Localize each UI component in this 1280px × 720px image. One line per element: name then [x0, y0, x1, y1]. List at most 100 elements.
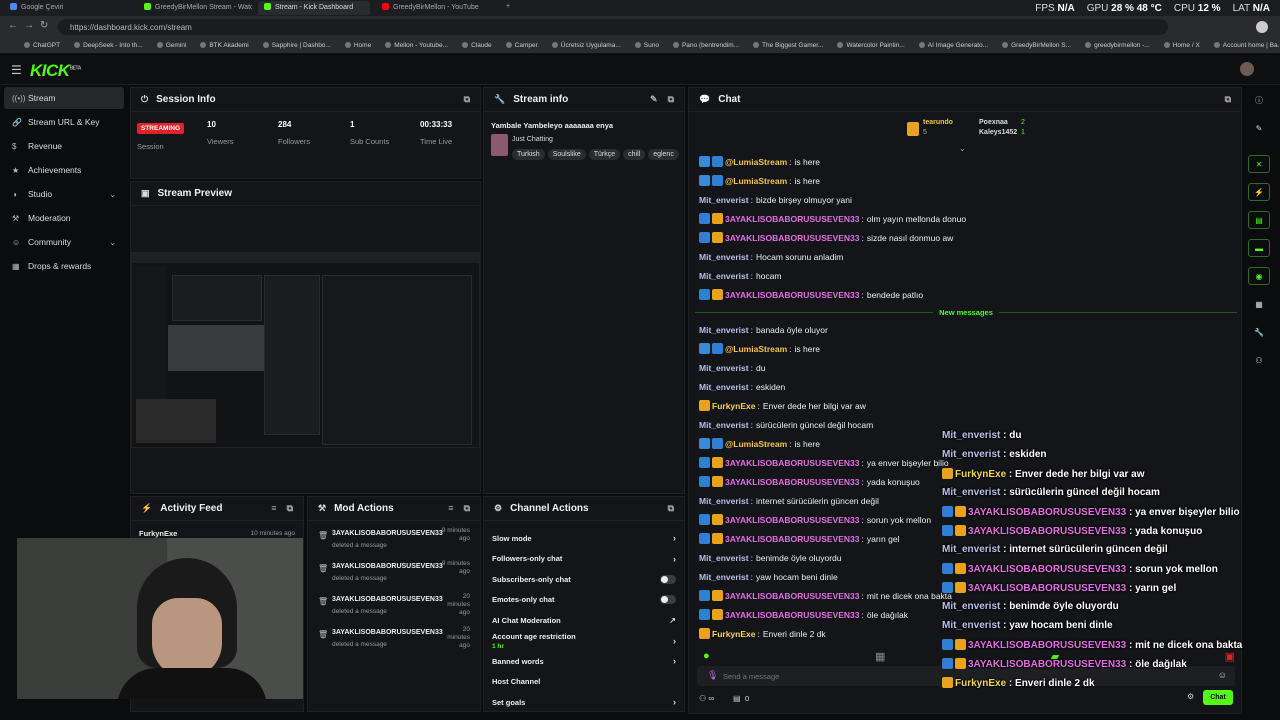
chat-message[interactable]: @LumiaStream: is here — [689, 152, 1241, 171]
browser-tab[interactable]: GreedyBirMellon Stream - Watch — [138, 1, 252, 15]
chat-message[interactable]: @LumiaStream: is here — [689, 171, 1241, 190]
bookmark-item[interactable]: greedybirmellon -... — [1085, 42, 1150, 49]
chat-message[interactable]: Mit_enverist: Hocam sorunu anladim — [689, 247, 1241, 266]
filter-icon[interactable]: ≡ — [271, 503, 276, 514]
chat-message[interactable]: FurkynExe: Enver dede her bilgi var aw — [689, 396, 1241, 415]
tag-chip[interactable]: chill — [623, 149, 646, 160]
emote-icon[interactable]: ● — [703, 650, 710, 664]
tag-chip[interactable]: Turkish — [512, 149, 545, 160]
bookmark-item[interactable]: Home — [345, 42, 371, 49]
preview-video[interactable] — [131, 252, 481, 448]
rail-tool-icon[interactable]: ✕ — [1248, 155, 1270, 173]
chevron-right-icon[interactable]: › — [673, 533, 676, 543]
bookmark-item[interactable]: Ücretsiz Uygulama... — [552, 42, 621, 49]
back-icon[interactable]: ← — [8, 20, 18, 31]
chat-username[interactable]: 3AYAKLISOBABORUSUSEVEN33 — [725, 477, 859, 487]
bookmark-item[interactable]: Suno — [635, 42, 659, 49]
chat-message[interactable]: 3AYAKLISOBABORUSUSEVEN33: olm yayın mello… — [689, 209, 1241, 228]
chat-username[interactable]: 3AYAKLISOBABORUSUSEVEN33 — [725, 591, 859, 601]
chat-username[interactable]: Mit_enverist — [699, 420, 749, 430]
popout-icon[interactable]: ⧉ — [668, 503, 674, 514]
chat-message[interactable]: Mit_enverist: bizde birşey olmuyor yani — [689, 190, 1241, 209]
info-icon[interactable]: ⓘ — [1248, 91, 1270, 109]
chat-username[interactable]: @LumiaStream — [725, 344, 787, 354]
layout-icon[interactable]: ▦ — [1248, 295, 1270, 313]
chat-username[interactable]: 3AYAKLISOBABORUSUSEVEN33 — [725, 458, 859, 468]
chat-username[interactable]: 3AYAKLISOBABORUSUSEVEN33 — [725, 214, 859, 224]
chat-username[interactable]: Mit_enverist — [699, 271, 749, 281]
edit-icon[interactable]: ✎ — [650, 94, 658, 105]
chat-message[interactable]: Mit_enverist: du — [689, 358, 1241, 377]
chat-username[interactable]: 3AYAKLISOBABORUSUSEVEN33 — [725, 290, 859, 300]
chat-username[interactable]: 3AYAKLISOBABORUSUSEVEN33 — [725, 233, 859, 243]
bookmark-item[interactable]: The Biggest Gamer... — [753, 42, 823, 49]
bookmark-item[interactable]: Home / X — [1164, 42, 1200, 49]
chat-message[interactable]: Mit_enverist: banada öyle oluyor — [689, 320, 1241, 339]
chevron-right-icon[interactable]: › — [673, 636, 676, 646]
chat-username[interactable]: Mit_enverist — [699, 496, 749, 506]
chat-username[interactable]: Mit_enverist — [699, 363, 749, 373]
tag-chip[interactable]: Türkçe — [588, 149, 621, 160]
bookmark-item[interactable]: BTK Akademi — [200, 42, 248, 49]
chat-message[interactable]: 3AYAKLISOBABORUSUSEVEN33: sizde nasıl don… — [689, 228, 1241, 247]
external-link-icon[interactable]: ↗ — [669, 616, 676, 625]
popout-icon[interactable]: ⧉ — [464, 94, 470, 105]
bookmark-item[interactable]: Watercolor Paintin... — [837, 42, 904, 49]
browser-tab[interactable]: Stream - Kick Dashboard — [258, 1, 370, 15]
tag-chip[interactable]: Soulslike — [547, 149, 586, 160]
bookmark-item[interactable]: Claude — [462, 42, 492, 49]
popout-icon[interactable]: ⧉ — [668, 94, 674, 105]
sidebar-item-studio[interactable]: ◑ Studio ⌄ — [4, 183, 124, 205]
bookmark-item[interactable]: Account home | Ba... — [1214, 42, 1280, 49]
chevron-down-icon[interactable]: ⌄ — [109, 190, 116, 199]
browser-tab[interactable]: GreedyBirMellon - YouTube — [376, 1, 492, 15]
emote-icon[interactable]: ▦ — [875, 650, 885, 664]
channel-action-emotes-only-chat[interactable]: Emotes-only chat — [484, 590, 684, 611]
bookmark-item[interactable]: DeepSeek - Into th... — [74, 42, 143, 49]
channel-action-banned-words[interactable]: Banned words › — [484, 651, 684, 672]
profile-icon[interactable] — [1256, 21, 1268, 33]
tag-chip[interactable]: eglenc — [648, 149, 679, 160]
chat-message[interactable]: @LumiaStream: is here — [689, 339, 1241, 358]
popout-icon[interactable]: ⧉ — [1225, 94, 1231, 105]
sidebar-item-achievements[interactable]: ★ Achievements — [4, 159, 124, 181]
pencil-icon[interactable]: ✎ — [1248, 119, 1270, 137]
channel-action-set-goals[interactable]: Set goals › — [484, 692, 684, 713]
broadcast-icon[interactable]: ◉ — [1248, 267, 1270, 285]
chat-username[interactable]: 3AYAKLISOBABORUSUSEVEN33 — [725, 610, 859, 620]
chat-message[interactable]: Mit_enverist: hocam — [689, 266, 1241, 285]
chat-username[interactable]: 3AYAKLISOBABORUSUSEVEN33 — [725, 534, 859, 544]
sidebar-item-moderation[interactable]: ⚒ Moderation — [4, 207, 124, 229]
channel-action-account-age-restriction[interactable]: Account age restriction 1 hr › — [484, 631, 684, 652]
chat-username[interactable]: Mit_enverist — [699, 553, 749, 563]
avatar[interactable] — [1240, 62, 1254, 76]
url-field[interactable]: https://dashboard.kick.com/stream — [58, 19, 1168, 35]
sidebar-item-drops-rewards[interactable]: ▦ Drops & rewards — [4, 255, 124, 277]
chat-username[interactable]: 3AYAKLISOBABORUSUSEVEN33 — [725, 515, 859, 525]
kick-logo[interactable]: KICKBETA — [30, 61, 81, 81]
chat-username[interactable]: Mit_enverist — [699, 252, 749, 262]
chat-username[interactable]: FurkynExe — [712, 629, 755, 639]
chat-username[interactable]: FurkynExe — [712, 401, 755, 411]
sidebar-item-revenue[interactable]: $ Revenue — [4, 135, 124, 157]
new-tab-button[interactable]: + — [500, 1, 514, 15]
bookmark-item[interactable]: Gemini — [157, 42, 187, 49]
chat-username[interactable]: @LumiaStream — [725, 439, 787, 449]
channel-action-subscribers-only-chat[interactable]: Subscribers-only chat — [484, 569, 684, 590]
bookmark-item[interactable]: Mellon - Youtube... — [385, 42, 448, 49]
chat-username[interactable]: @LumiaStream — [725, 157, 787, 167]
mic-icon[interactable]: 🎙 — [707, 670, 718, 681]
channel-action-host-channel[interactable]: Host Channel — [484, 672, 684, 693]
channel-action-ai-chat-moderation[interactable]: AI Chat Moderation ↗ — [484, 610, 684, 631]
sidebar-item-stream-url-key[interactable]: 🔗 Stream URL & Key — [4, 111, 124, 133]
chat-settings-icons[interactable]: ⚇ ∞ — [699, 694, 714, 703]
filter-icon[interactable]: ≡ — [448, 503, 453, 514]
chat-username[interactable]: @LumiaStream — [725, 176, 787, 186]
sidebar-item-stream[interactable]: ((•)) Stream — [4, 87, 124, 109]
chat-icon[interactable]: ▬ — [1248, 239, 1270, 257]
sidebar-item-community[interactable]: ☺ Community ⌄ — [4, 231, 124, 253]
chat-username[interactable]: Mit_enverist — [699, 382, 749, 392]
toggle-switch[interactable] — [660, 574, 676, 584]
bookmark-item[interactable]: Camper — [506, 42, 538, 49]
toggle-switch[interactable] — [660, 595, 676, 605]
